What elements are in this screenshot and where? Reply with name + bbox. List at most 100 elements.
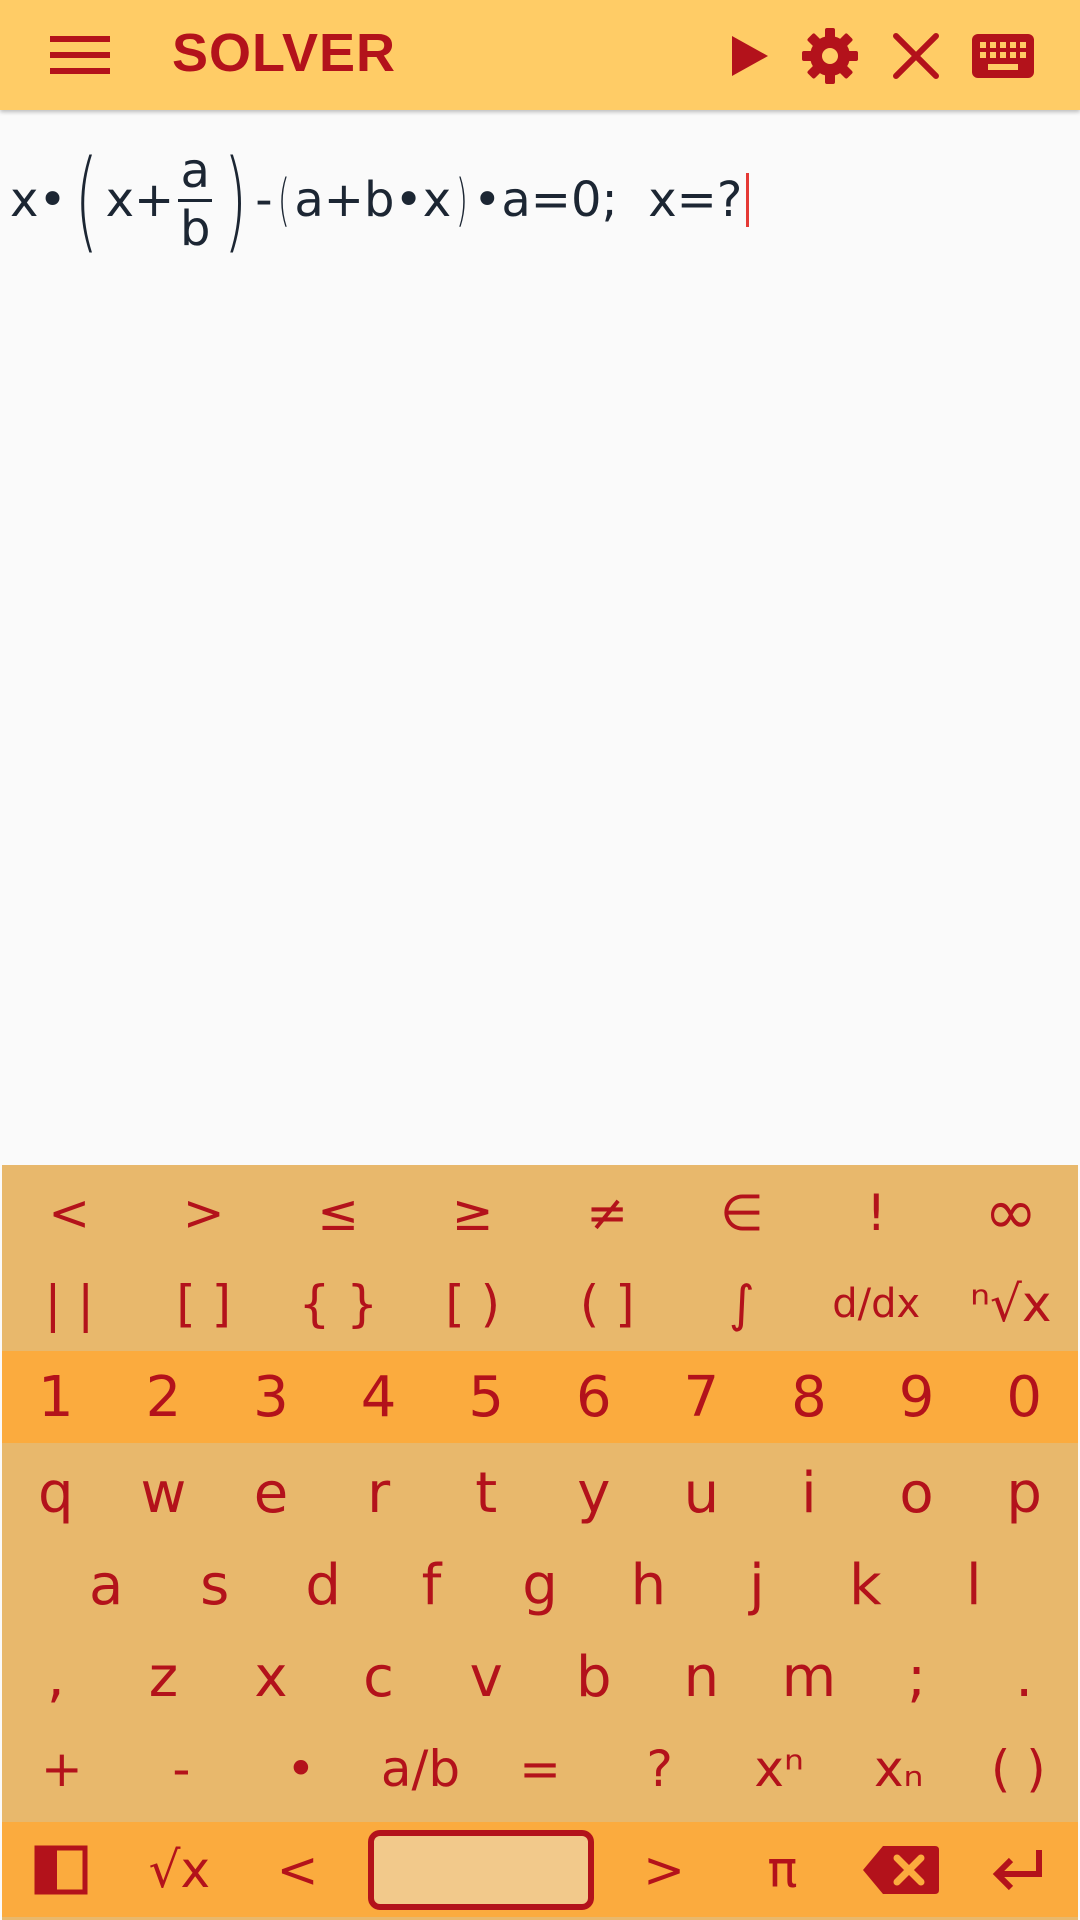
fraction: a b (178, 143, 213, 257)
key-q[interactable]: q (2, 1447, 110, 1539)
key-b[interactable]: b (540, 1631, 648, 1723)
fraction-numerator: a (180, 143, 210, 200)
key-4[interactable]: 4 (325, 1351, 433, 1443)
key-w[interactable]: w (110, 1447, 218, 1539)
key-not-equal[interactable]: ≠ (540, 1165, 675, 1260)
space-bar (367, 1829, 594, 1910)
key-less-equal[interactable]: ≤ (271, 1165, 406, 1260)
keyboard-row-operators: + - • a/b = ? xⁿ xₙ ( ) (2, 1723, 1078, 1815)
key-v[interactable]: v (432, 1631, 540, 1723)
backspace-button[interactable] (841, 1822, 959, 1917)
expr-suffix: •a=0; x=? (473, 172, 743, 228)
key-3[interactable]: 3 (217, 1351, 325, 1443)
key-square-brackets[interactable]: [ ] (137, 1260, 272, 1347)
key-u[interactable]: u (648, 1447, 756, 1539)
open-paren: ( (74, 136, 98, 264)
gear-icon[interactable] (798, 24, 862, 88)
key-element-of[interactable]: ∈ (675, 1165, 810, 1260)
key-j[interactable]: j (703, 1539, 811, 1631)
key-nth-root[interactable]: ⁿ√x (944, 1260, 1079, 1347)
keyboard-row-numbers: 1 2 3 4 5 6 7 8 9 0 (2, 1351, 1078, 1443)
key-semicolon[interactable]: ; (863, 1631, 971, 1723)
key-z[interactable]: z (110, 1631, 218, 1723)
keyboard-row-qwerty: q w e r t y u i o p (2, 1447, 1078, 1539)
keyboard-row-asdf: a s d f g h j k l (2, 1539, 1078, 1631)
app-title: SOLVER (172, 23, 397, 83)
key-parentheses[interactable]: ( ) (959, 1723, 1079, 1815)
key-o[interactable]: o (863, 1447, 971, 1539)
key-derivative[interactable]: d/dx (809, 1260, 944, 1347)
key-cursor-right[interactable]: > (605, 1822, 723, 1917)
key-a[interactable]: a (52, 1539, 160, 1631)
key-pi[interactable]: π (723, 1822, 841, 1917)
expr-prefix: x• (10, 172, 67, 228)
key-s[interactable]: s (160, 1539, 268, 1631)
key-i[interactable]: i (755, 1447, 863, 1539)
key-y[interactable]: y (540, 1447, 648, 1539)
math-keyboard: < > ≤ ≥ ≠ ∈ ! ∞ | | [ ] { } [ ) ( ] ∫ d/… (2, 1165, 1078, 1920)
key-n[interactable]: n (648, 1631, 756, 1723)
key-integral[interactable]: ∫ (675, 1260, 810, 1347)
close-paren-small: ) (456, 167, 469, 233)
key-comma[interactable]: , (2, 1631, 110, 1723)
fraction-denominator: b (180, 200, 211, 257)
key-power[interactable]: xⁿ (719, 1723, 839, 1815)
key-sqrt[interactable]: √x (120, 1822, 238, 1917)
key-7[interactable]: 7 (648, 1351, 756, 1443)
key-factorial[interactable]: ! (809, 1165, 944, 1260)
key-plus[interactable]: + (2, 1723, 122, 1815)
close-icon[interactable] (884, 24, 948, 88)
open-paren-small: ( (277, 167, 290, 233)
key-question[interactable]: ? (600, 1723, 720, 1815)
key-1[interactable]: 1 (2, 1351, 110, 1443)
keyboard-icon[interactable] (970, 24, 1036, 88)
key-minus[interactable]: - (122, 1723, 242, 1815)
panel-toggle-button[interactable] (2, 1822, 120, 1917)
key-5[interactable]: 5 (432, 1351, 540, 1443)
key-infinity[interactable]: ∞ (944, 1165, 1079, 1260)
key-p[interactable]: p (970, 1447, 1078, 1539)
key-8[interactable]: 8 (755, 1351, 863, 1443)
key-0[interactable]: 0 (970, 1351, 1078, 1443)
key-r[interactable]: r (325, 1447, 433, 1539)
expr-inner-left: x+ (105, 172, 175, 228)
key-f[interactable]: f (377, 1539, 485, 1631)
top-app-bar: SOLVER (0, 0, 1080, 110)
key-x[interactable]: x (217, 1631, 325, 1723)
key-fraction[interactable]: a/b (361, 1723, 481, 1815)
panel-icon (34, 1845, 88, 1894)
key-equals[interactable]: = (480, 1723, 600, 1815)
key-subscript[interactable]: xₙ (839, 1723, 959, 1815)
key-k[interactable]: k (811, 1539, 919, 1631)
key-greater-equal[interactable]: ≥ (406, 1165, 541, 1260)
key-curly-brackets[interactable]: { } (271, 1260, 406, 1347)
key-m[interactable]: m (755, 1631, 863, 1723)
key-l[interactable]: l (920, 1539, 1028, 1631)
key-half-open-left[interactable]: ( ] (540, 1260, 675, 1347)
key-greater-than[interactable]: > (137, 1165, 272, 1260)
key-multiply-dot[interactable]: • (241, 1723, 361, 1815)
key-e[interactable]: e (217, 1447, 325, 1539)
key-d[interactable]: d (269, 1539, 377, 1631)
key-h[interactable]: h (594, 1539, 702, 1631)
key-2[interactable]: 2 (110, 1351, 218, 1443)
key-less-than[interactable]: < (2, 1165, 137, 1260)
keyboard-row-comparison: < > ≤ ≥ ≠ ∈ ! ∞ (2, 1165, 1078, 1260)
key-t[interactable]: t (432, 1447, 540, 1539)
key-c[interactable]: c (325, 1631, 433, 1723)
key-6[interactable]: 6 (540, 1351, 648, 1443)
play-icon[interactable] (716, 24, 780, 88)
expression-editor[interactable]: x• ( x+ a b ) - ( a+b•x ) •a=0; x=? (0, 110, 1080, 1165)
expression-display[interactable]: x• ( x+ a b ) - ( a+b•x ) •a=0; x=? (10, 130, 750, 270)
key-half-open-right[interactable]: [ ) (406, 1260, 541, 1347)
key-9[interactable]: 9 (863, 1351, 971, 1443)
enter-button[interactable] (960, 1822, 1078, 1917)
key-period[interactable]: . (970, 1631, 1078, 1723)
menu-icon[interactable] (40, 30, 120, 80)
key-g[interactable]: g (486, 1539, 594, 1631)
keyboard-row-brackets: | | [ ] { } [ ) ( ] ∫ d/dx ⁿ√x (2, 1260, 1078, 1347)
key-abs[interactable]: | | (2, 1260, 137, 1347)
key-cursor-left[interactable]: < (238, 1822, 356, 1917)
key-space[interactable] (357, 1822, 605, 1917)
text-cursor (746, 173, 750, 227)
